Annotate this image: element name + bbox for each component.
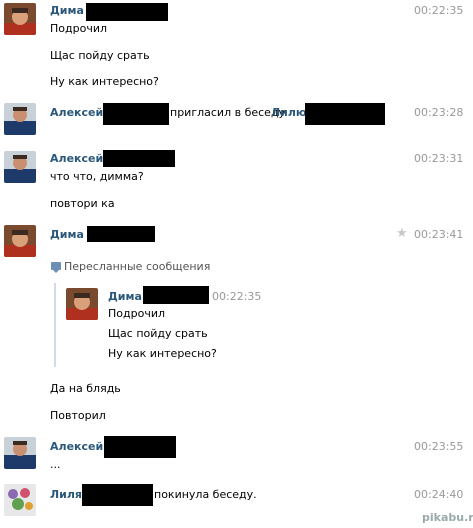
author-name[interactable]: Дима <box>50 228 84 241</box>
redacted-surname <box>103 150 175 167</box>
forwarded-message-text: Щас пойду срать <box>108 327 208 340</box>
forwarded-message-time[interactable]: 00:22:35 <box>212 290 261 303</box>
forwarded-messages-label[interactable]: Пересланные сообщения <box>64 260 210 273</box>
message-text: ... <box>50 458 61 471</box>
message-text: Щас пойду срать <box>50 49 150 62</box>
message-text: что что, димма? <box>50 170 144 183</box>
forwarded-author-name[interactable]: Дима <box>108 290 142 303</box>
author-name[interactable]: Алексей <box>50 106 103 119</box>
avatar-aleksey[interactable] <box>4 103 36 135</box>
message-text: Повторил <box>50 409 106 422</box>
redacted-surname <box>305 103 385 125</box>
avatar-dima[interactable] <box>66 288 98 320</box>
message-time[interactable]: 00:23:28 <box>414 106 463 119</box>
redacted-surname <box>82 484 153 506</box>
author-name[interactable]: Алексей <box>50 440 103 453</box>
invited-user-name[interactable]: Лилю <box>271 106 307 119</box>
star-icon[interactable]: ★ <box>396 227 408 240</box>
redacted-surname <box>87 226 155 242</box>
avatar-aleksey[interactable] <box>4 151 36 183</box>
redacted-surname <box>104 436 176 458</box>
message-text: повтори ка <box>50 197 115 210</box>
avatar-dima[interactable] <box>4 225 36 257</box>
message-time[interactable]: 00:22:35 <box>414 4 463 17</box>
message-text: Да на блядь <box>50 382 121 395</box>
system-action-text: покинула беседу. <box>154 488 257 501</box>
speech-bubble-icon <box>51 262 61 270</box>
message-time[interactable]: 00:23:31 <box>414 152 463 165</box>
redacted-surname <box>143 286 209 304</box>
forwarded-message-text: Подрочил <box>108 307 165 320</box>
redacted-surname <box>86 3 168 21</box>
system-action-text: пригласил в беседу <box>170 106 286 119</box>
avatar-aleksey[interactable] <box>4 437 36 469</box>
avatar-lilya[interactable] <box>4 484 36 516</box>
avatar-dima[interactable] <box>4 3 36 35</box>
message-time[interactable]: 00:24:40 <box>414 488 463 501</box>
message-time[interactable]: 00:23:55 <box>414 440 463 453</box>
message-time[interactable]: 00:23:41 <box>414 228 463 241</box>
redacted-surname <box>103 103 169 125</box>
speech-bubble-tail <box>53 270 59 273</box>
forwarded-quote-bar <box>54 283 56 367</box>
message-text: Ну как интересно? <box>50 75 159 88</box>
forwarded-message-text: Ну как интересно? <box>108 347 217 360</box>
watermark: pikabu.ru <box>422 511 473 524</box>
author-name[interactable]: Дима <box>50 4 84 17</box>
author-name[interactable]: Алексей <box>50 152 103 165</box>
message-text: Подрочил <box>50 22 107 35</box>
author-name[interactable]: Лиля <box>50 488 82 501</box>
